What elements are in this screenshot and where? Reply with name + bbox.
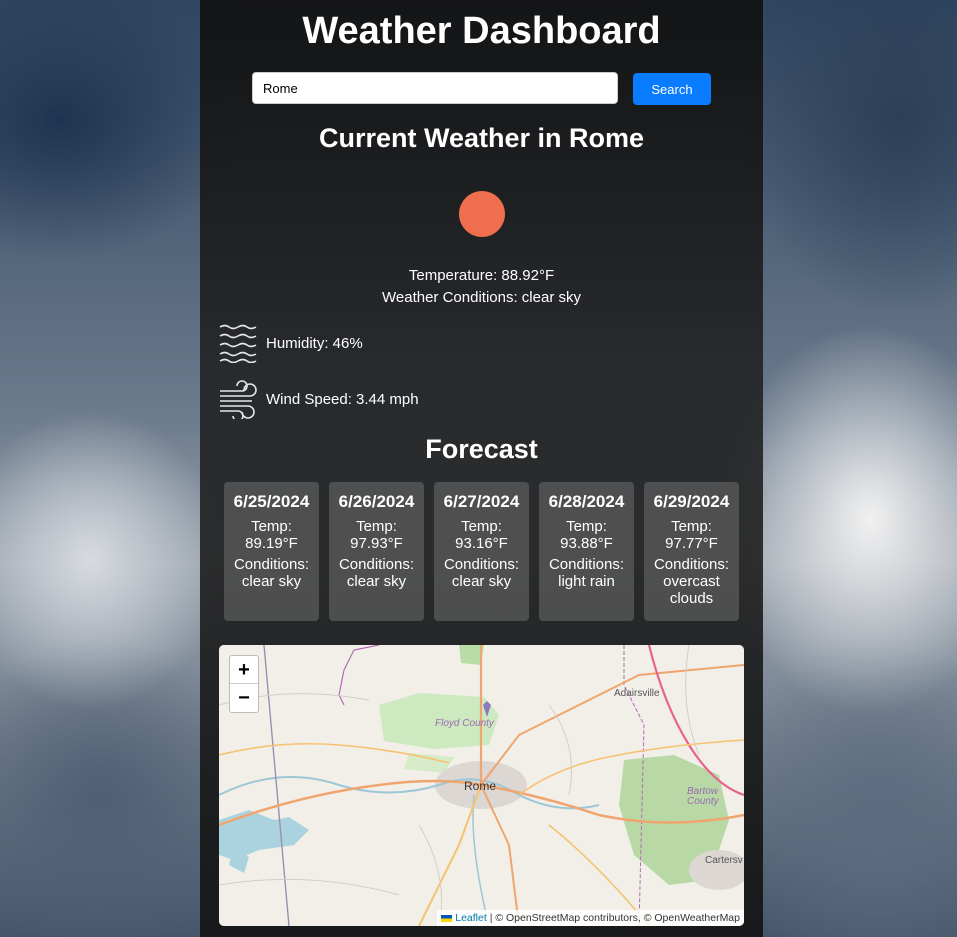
sun-icon [459,191,505,237]
forecast-conditions: clear sky [451,573,512,590]
forecast-card: 6/26/2024 Temp: 97.93°F Conditions: clea… [329,482,424,621]
humidity-row: Humidity: 46% [218,323,363,363]
search-button[interactable]: Search [633,73,711,105]
forecast-date: 6/28/2024 [548,492,625,511]
current-weather-title: Current Weather in Rome [318,123,645,153]
map-label-town-ne: Adairsville [614,688,660,699]
dashboard-panel: Weather Dashboard Search Current Weather… [200,0,763,937]
attribution-text: | © OpenStreetMap contributors, © OpenWe… [486,912,740,924]
forecast-card: 6/25/2024 Temp: 89.19°F Conditions: clea… [224,482,319,621]
zoom-control: + − [229,655,259,713]
map-label-county: Floyd County [435,718,494,729]
forecast-conditions-line2: clouds [669,590,714,607]
zoom-in-button[interactable]: + [230,656,258,684]
weather-map[interactable]: Floyd County Rome Adairsville Bartow Coun… [219,645,744,926]
forecast-conditions: light rain [558,573,615,590]
forecast-conditions: overcast [663,573,720,590]
wind-text: Wind Speed: 3.44 mph [266,390,419,408]
forecast-conditions-label: Conditions: [548,556,625,573]
humidity-text: Humidity: 46% [266,334,363,352]
forecast-temp: 93.88°F [560,535,613,552]
forecast-date: 6/26/2024 [338,492,415,511]
wind-icon [220,380,257,419]
page-title: Weather Dashboard [302,10,661,52]
current-conditions: Weather Conditions: clear sky [382,289,581,306]
forecast-date: 6/29/2024 [653,492,730,511]
forecast-temp-label: Temp: [566,518,607,535]
forecast-temp-label: Temp: [251,518,292,535]
ukraine-flag-icon [441,914,453,922]
forecast-temp-label: Temp: [671,518,712,535]
forecast-conditions: clear sky [346,573,407,590]
forecast-temp: 89.19°F [245,535,298,552]
map-label-city: Rome [464,779,497,793]
forecast-temp: 97.77°F [665,535,718,552]
forecast-card: 6/29/2024 Temp: 97.77°F Conditions: over… [644,482,739,621]
search-input[interactable] [252,72,618,104]
forecast-title: Forecast [425,434,538,464]
forecast-conditions-label: Conditions: [653,556,730,573]
forecast-card: 6/28/2024 Temp: 93.88°F Conditions: ligh… [539,482,634,621]
forecast-temp: 97.93°F [350,535,403,552]
forecast-temp: 93.16°F [455,535,508,552]
forecast-date: 6/25/2024 [233,492,310,511]
forecast-conditions-label: Conditions: [338,556,415,573]
forecast-conditions-label: Conditions: [443,556,520,573]
current-temperature: Temperature: 88.92°F [408,267,555,284]
wind-row: Wind Speed: 3.44 mph [218,379,419,419]
forecast-date: 6/27/2024 [443,492,520,511]
forecast-card: 6/27/2024 Temp: 93.16°F Conditions: clea… [434,482,529,621]
humidity-icon [219,324,257,363]
forecast-conditions: clear sky [241,573,302,590]
map-label-town-se: Cartersv [705,855,743,866]
zoom-out-button[interactable]: − [230,684,258,712]
map-attribution: Leaflet | © OpenStreetMap contributors, … [437,910,744,926]
leaflet-link[interactable]: Leaflet [455,912,487,924]
forecast-temp-label: Temp: [356,518,397,535]
map-label-county-east: Bartow County [687,786,719,807]
forecast-temp-label: Temp: [461,518,502,535]
forecast-conditions-label: Conditions: [233,556,310,573]
